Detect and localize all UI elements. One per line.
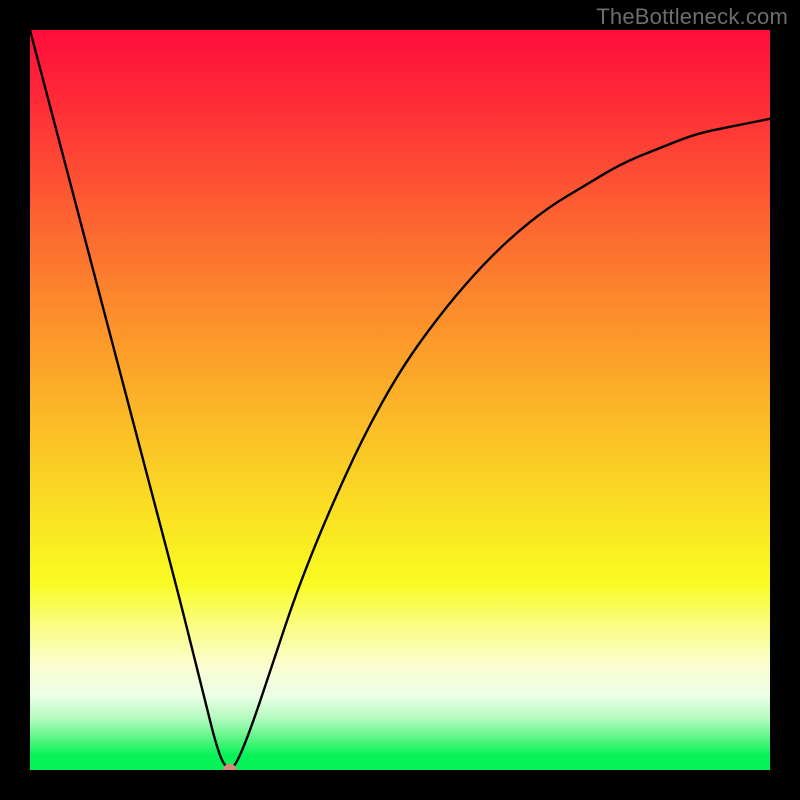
curve-path bbox=[30, 30, 770, 768]
bottleneck-curve bbox=[30, 30, 770, 770]
chart-frame: TheBottleneck.com bbox=[0, 0, 800, 800]
watermark-text: TheBottleneck.com bbox=[596, 4, 788, 30]
plot-area bbox=[30, 30, 770, 770]
